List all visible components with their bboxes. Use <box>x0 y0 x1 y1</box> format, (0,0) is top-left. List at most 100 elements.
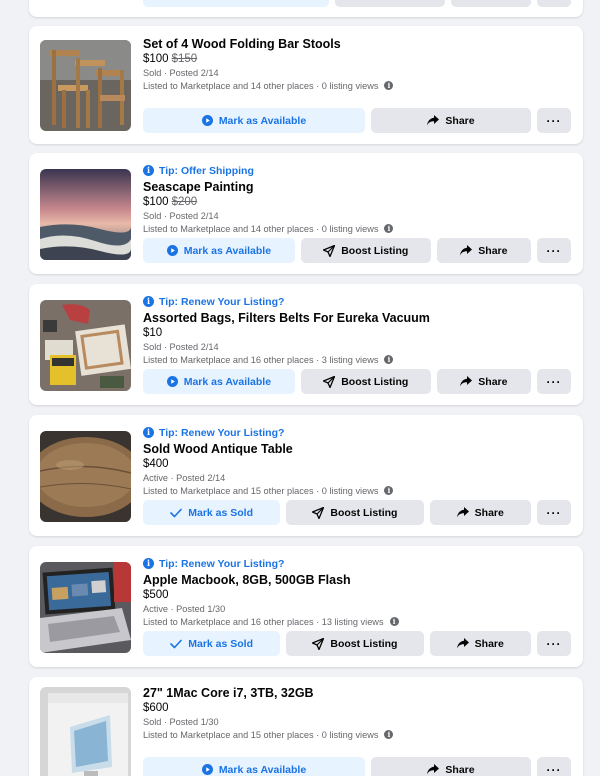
listing-card: Set of 4 Wood Folding Bar Stools $100 $15… <box>29 26 583 144</box>
listing-title[interactable]: Sold Wood Antique Table <box>143 441 571 457</box>
more-options-button[interactable]: ··· <box>537 757 571 776</box>
listing-card: i Tip: Renew Your Listing? Apple Macbook,… <box>29 546 583 667</box>
info-icon[interactable]: i <box>384 81 394 91</box>
current-price: $100 <box>143 53 169 65</box>
macbook-photo[interactable] <box>40 562 131 653</box>
tip-banner[interactable]: i Tip: Renew Your Listing? <box>143 294 571 309</box>
more-options-button[interactable] <box>537 0 572 7</box>
places-text: Listed to Marketplace and 16 other place… <box>143 354 379 365</box>
listing-title[interactable]: Apple Macbook, 8GB, 500GB Flash <box>143 572 571 588</box>
mark-available-button[interactable]: Mark as Available <box>143 369 295 394</box>
more-options-button[interactable]: ··· <box>537 108 571 133</box>
info-icon[interactable]: i <box>384 355 394 365</box>
more-options-button[interactable]: ··· <box>537 369 571 394</box>
mark-available-button[interactable]: Mark as Available <box>143 108 365 133</box>
listing-card: i Tip: Renew Your Listing? Assorted Bags,… <box>29 284 583 405</box>
tip-banner[interactable]: i Tip: Renew Your Listing? <box>143 556 571 571</box>
listing-places: Listed to Marketplace and 14 other place… <box>143 223 571 236</box>
listing-places: Listed to Marketplace and 16 other place… <box>143 616 571 629</box>
play-circle-icon <box>201 764 213 775</box>
mark-sold-button[interactable]: Mark as Sold <box>143 500 281 525</box>
listing-title[interactable]: Set of 4 Wood Folding Bar Stools <box>143 36 571 52</box>
rocket-icon <box>312 506 325 519</box>
listing-price: $100 $200 <box>143 195 571 210</box>
listing-card: i Tip: Offer Shipping Seascape Painting $… <box>29 153 583 274</box>
tip-text: Tip: Renew Your Listing? <box>159 557 285 570</box>
share-button[interactable]: Share <box>429 631 531 656</box>
boost-label: Boost Listing <box>341 244 409 257</box>
listing-places: Listed to Marketplace and 15 other place… <box>143 485 571 498</box>
share-label: Share <box>445 763 475 776</box>
share-label: Share <box>478 375 508 388</box>
info-icon[interactable]: i <box>384 224 394 234</box>
share-label: Share <box>445 114 475 127</box>
info-icon[interactable]: i <box>384 730 394 740</box>
mark-available-button[interactable] <box>143 0 330 7</box>
info-icon[interactable]: i <box>384 486 394 496</box>
boost-listing-button[interactable]: Boost Listing <box>286 631 424 656</box>
vacuum-bags-photo[interactable] <box>40 300 131 391</box>
share-arrow-icon <box>456 638 469 649</box>
mark-available-label: Mark as Available <box>183 375 272 388</box>
seascape-photo[interactable] <box>40 169 131 260</box>
listing-places: Listed to Marketplace and 15 other place… <box>143 729 571 742</box>
original-price: $150 <box>171 53 198 65</box>
mark-available-button[interactable]: Mark as Available <box>143 238 295 263</box>
tip-text: Tip: Renew Your Listing? <box>159 295 285 308</box>
play-circle-icon <box>166 376 178 387</box>
share-button[interactable]: Share <box>371 108 531 133</box>
listing-price: $500 <box>143 589 169 601</box>
listing-title[interactable]: 27" 1Mac Core i7, 3TB, 32GB <box>143 685 571 701</box>
places-text: Listed to Marketplace and 14 other place… <box>143 223 379 234</box>
places-text: Listed to Marketplace and 15 other place… <box>143 729 379 740</box>
share-button[interactable]: Share <box>429 500 531 525</box>
share-button[interactable]: Share <box>436 238 531 263</box>
boost-listing-button[interactable]: Boost Listing <box>286 500 424 525</box>
share-arrow-icon <box>427 764 440 775</box>
tip-banner[interactable]: i Tip: Offer Shipping <box>143 163 571 178</box>
original-price: $200 <box>171 196 198 208</box>
table-photo[interactable] <box>40 431 131 522</box>
info-circle-icon: i <box>143 427 154 438</box>
boost-label: Boost Listing <box>330 637 398 650</box>
listing-price: $10 <box>143 327 163 339</box>
share-button[interactable] <box>451 0 532 7</box>
info-circle-icon: i <box>143 558 154 569</box>
mark-available-label: Mark as Available <box>183 244 272 257</box>
rocket-icon <box>323 375 336 388</box>
listing-card: i Tip: Renew Your Listing? Sold Wood Anti… <box>29 415 583 536</box>
share-label: Share <box>478 244 508 257</box>
boost-listing-button[interactable]: Boost Listing <box>300 238 431 263</box>
info-circle-icon: i <box>143 165 154 176</box>
share-button[interactable]: Share <box>436 369 531 394</box>
boost-listing-button[interactable] <box>335 0 446 7</box>
mark-sold-label: Mark as Sold <box>188 506 254 519</box>
imac-box-photo[interactable] <box>40 687 131 776</box>
listing-card: 27" 1Mac Core i7, 3TB, 32GB $600 Sold · … <box>29 677 583 776</box>
tip-banner[interactable]: i Tip: Renew Your Listing? <box>143 425 571 440</box>
listing-title[interactable]: Seascape Painting <box>143 179 571 195</box>
mark-sold-label: Mark as Sold <box>188 637 254 650</box>
rocket-icon <box>323 244 336 257</box>
bar-stools-photo[interactable] <box>40 40 131 131</box>
boost-label: Boost Listing <box>330 506 398 519</box>
mark-available-label: Mark as Available <box>218 114 307 127</box>
tip-text: Tip: Offer Shipping <box>159 164 254 177</box>
play-circle-icon <box>166 245 178 256</box>
info-icon[interactable]: i <box>389 617 399 627</box>
listing-card-partial-top <box>29 0 583 17</box>
listing-status: Active · Posted 1/30 <box>143 604 226 614</box>
more-options-button[interactable]: ··· <box>536 500 571 525</box>
places-text: Listed to Marketplace and 16 other place… <box>143 616 384 627</box>
more-options-button[interactable]: ··· <box>537 238 571 263</box>
checkmark-icon <box>170 508 183 518</box>
listing-places: Listed to Marketplace and 16 other place… <box>143 354 571 367</box>
share-button[interactable]: Share <box>371 757 531 776</box>
share-arrow-icon <box>460 376 473 387</box>
mark-sold-button[interactable]: Mark as Sold <box>143 631 281 656</box>
mark-available-button[interactable]: Mark as Available <box>143 757 365 776</box>
listing-title[interactable]: Assorted Bags, Filters Belts For Eureka … <box>143 310 571 326</box>
boost-listing-button[interactable]: Boost Listing <box>300 369 431 394</box>
rocket-icon <box>312 637 325 650</box>
more-options-button[interactable]: ··· <box>536 631 571 656</box>
